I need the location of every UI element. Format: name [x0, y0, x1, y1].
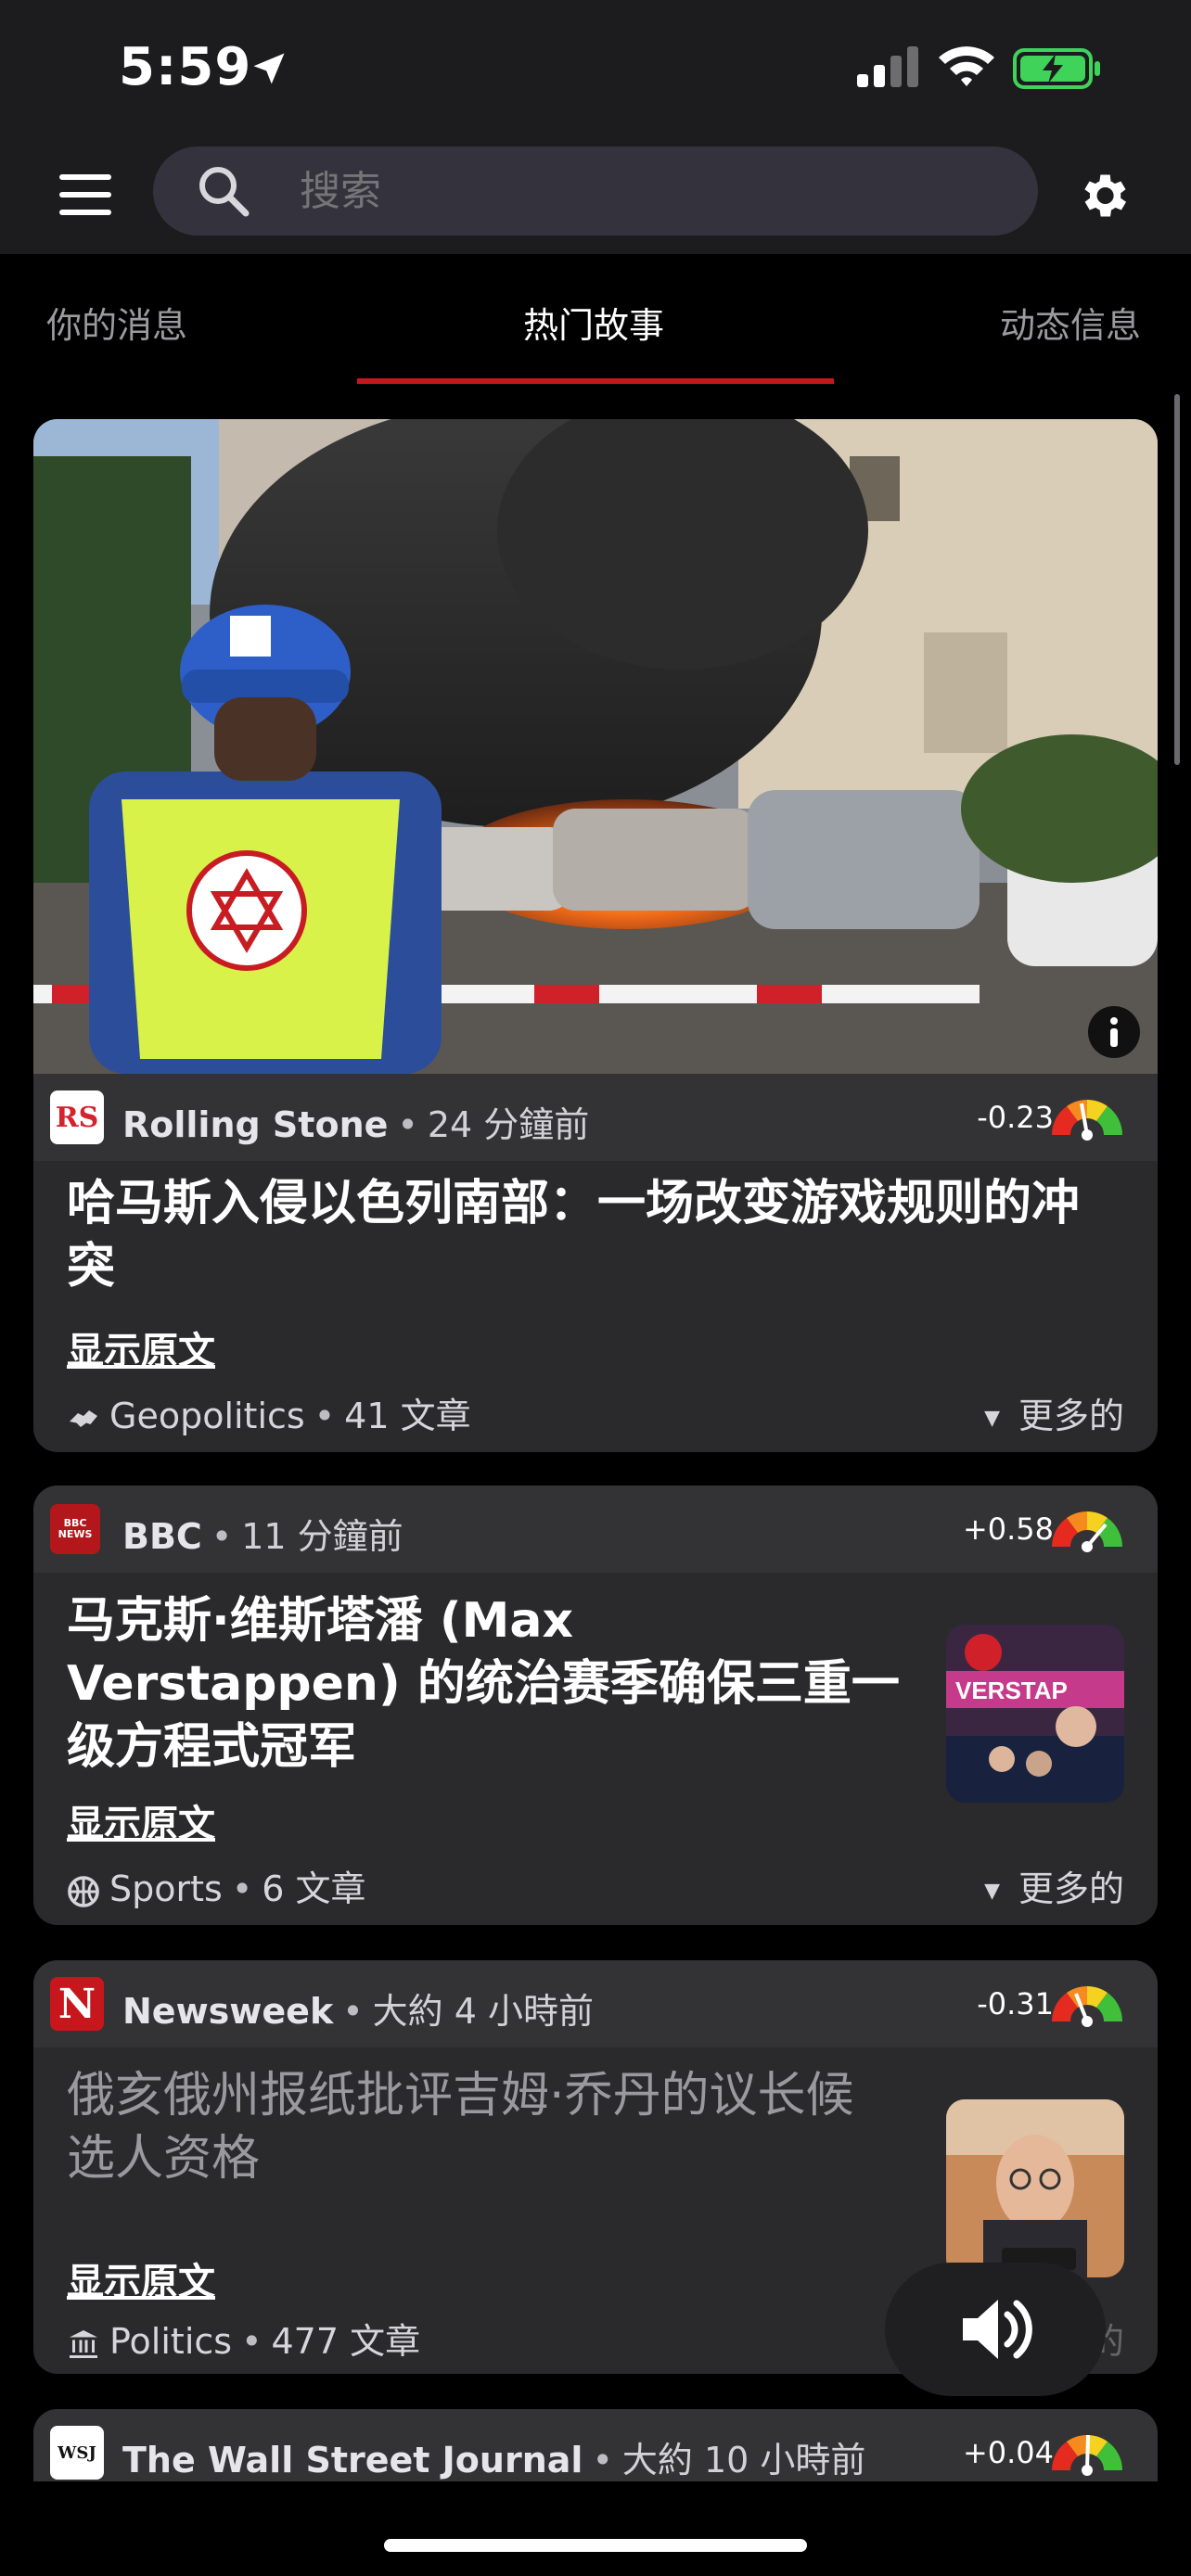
info-icon[interactable]: [1087, 1005, 1141, 1059]
status-time: 5:59: [119, 37, 252, 97]
wifi-icon: [939, 46, 994, 86]
headline[interactable]: 哈马斯入侵以色列南部：一场改变游戏规则的冲突: [67, 1172, 1124, 1298]
sentiment-gauge-icon[interactable]: [1048, 1502, 1126, 1552]
handshake-icon: [70, 1409, 97, 1427]
search-bar[interactable]: [153, 147, 1038, 236]
source-logo: BBC NEWS: [50, 1504, 100, 1554]
audio-playback-button[interactable]: [885, 2263, 1106, 2396]
sentiment-gauge-icon[interactable]: [1048, 1977, 1126, 2027]
card-header: BBC NEWS BBC • 11 分鐘前 +0.58: [33, 1486, 1158, 1573]
category-label[interactable]: Politics • 477 文章: [67, 2313, 420, 2364]
gear-icon[interactable]: [1074, 167, 1132, 224]
speaker-icon: [963, 2300, 1032, 2359]
battery-charging-icon: [1013, 48, 1100, 89]
scrollbar[interactable]: [1174, 394, 1180, 765]
source-logo: WSJ: [50, 2426, 104, 2480]
sentiment-score: +0.58: [962, 1511, 1054, 1547]
category-name: Geopolitics: [109, 1396, 305, 1436]
show-original-link[interactable]: 显示原文: [67, 2251, 215, 2305]
sentiment-gauge-icon[interactable]: [1048, 1090, 1126, 1141]
news-card-rolling-stone[interactable]: RS Rolling Stone • 24 分鐘前 -0.23 哈马斯入侵以色列南部…: [33, 419, 1158, 1452]
status-bar: 5:59: [0, 0, 1191, 139]
category-name: Politics: [109, 2321, 233, 2362]
news-card-wsj[interactable]: WSJ The Wall Street Journal • 大約 10 小時前 +0…: [33, 2409, 1158, 2481]
article-count: 41 文章: [344, 1396, 471, 1436]
tab-your-news[interactable]: 你的消息: [46, 297, 187, 348]
cellular-signal-icon: [857, 46, 918, 87]
tab-top-stories[interactable]: 热门故事: [523, 297, 664, 348]
caret-down-icon: ▼: [984, 1407, 1000, 1430]
location-arrow-icon: [253, 53, 285, 84]
category-name: Sports: [109, 1868, 223, 1909]
home-indicator[interactable]: [384, 2539, 807, 2552]
hamburger-menu-icon[interactable]: [59, 174, 115, 217]
published-ago: 11 分鐘前: [241, 1516, 403, 1557]
article-count: 477 文章: [271, 2321, 421, 2362]
more-button[interactable]: ▼更多的: [984, 1860, 1124, 1911]
story-image[interactable]: [33, 419, 1158, 1074]
source-name[interactable]: The Wall Street Journal: [122, 2440, 583, 2480]
card-header: RS Rolling Stone • 24 分鐘前 -0.23: [33, 1074, 1158, 1161]
more-button[interactable]: ▼更多的: [984, 1387, 1124, 1438]
sentiment-score: -0.23: [977, 1100, 1054, 1135]
news-card-bbc[interactable]: BBC NEWS BBC • 11 分鐘前 +0.58 马克斯·维斯塔潘 (Max …: [33, 1486, 1158, 1925]
tab-bar: 你的消息 热门故事 动态信息: [0, 254, 1191, 384]
top-bar: [0, 139, 1191, 254]
card-header: WSJ The Wall Street Journal • 大約 10 小時前 +0…: [33, 2409, 1158, 2481]
published-ago: 24 分鐘前: [427, 1104, 590, 1145]
headline[interactable]: 俄亥俄州报纸批评吉姆·乔丹的议长候选人资格: [67, 2064, 902, 2190]
headline[interactable]: 马克斯·维斯塔潘 (Max Verstappen) 的统治赛季确保三重一级方程式…: [67, 1589, 902, 1779]
show-original-link[interactable]: 显示原文: [67, 1320, 215, 1374]
sentiment-score: +0.04: [962, 2435, 1054, 2470]
basketball-icon: [68, 1875, 99, 1907]
search-icon: [199, 167, 250, 217]
show-original-link[interactable]: 显示原文: [67, 1793, 215, 1847]
article-count: 6 文章: [262, 1868, 366, 1909]
source-name[interactable]: Rolling Stone: [122, 1104, 388, 1145]
search-input[interactable]: [298, 159, 951, 223]
category-label[interactable]: Sports • 6 文章: [67, 1860, 366, 1911]
category-label[interactable]: Geopolitics • 41 文章: [67, 1387, 471, 1438]
card-header: N Newsweek • 大約 4 小時前 -0.31: [33, 1960, 1158, 2047]
sentiment-score: -0.31: [977, 1986, 1054, 2021]
published-ago: 大約 10 小時前: [621, 2440, 866, 2480]
story-thumbnail[interactable]: VERSTAP: [946, 1625, 1124, 1803]
source-name[interactable]: Newsweek: [122, 1991, 333, 2032]
caret-down-icon: ▼: [984, 1880, 1000, 1903]
svg-text:VERSTAP: VERSTAP: [955, 1677, 1068, 1704]
sentiment-gauge-icon[interactable]: [1048, 2426, 1126, 2476]
active-tab-indicator: [357, 378, 834, 384]
source-name[interactable]: BBC: [122, 1516, 202, 1557]
tab-updates[interactable]: 动态信息: [1000, 297, 1141, 348]
government-building-icon: [70, 2329, 97, 2358]
source-logo: RS: [50, 1090, 104, 1144]
story-thumbnail[interactable]: [946, 2099, 1124, 2277]
published-ago: 大約 4 小時前: [372, 1991, 594, 2032]
source-logo: N: [50, 1977, 104, 2031]
